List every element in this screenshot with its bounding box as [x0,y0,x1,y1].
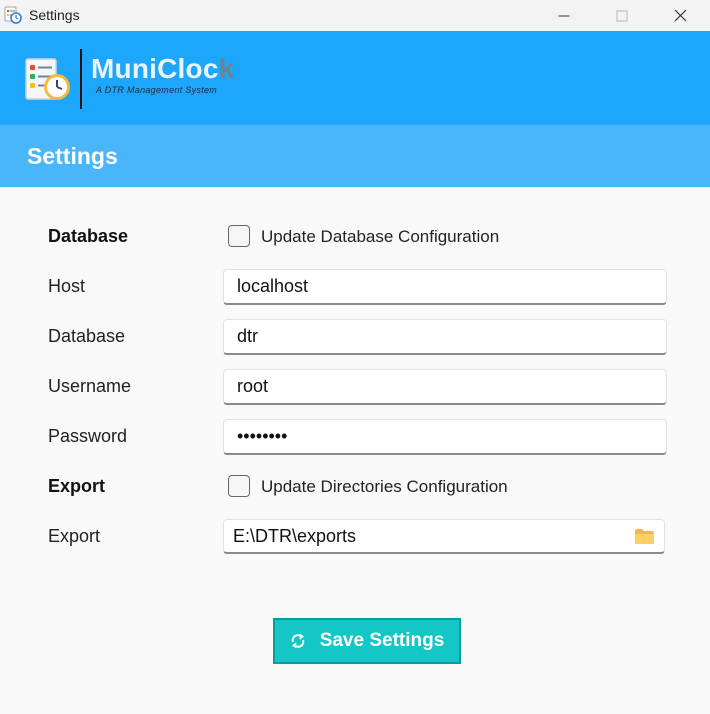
page-title: Settings [27,143,118,169]
host-label: Host [48,276,86,296]
minimize-button[interactable] [535,0,593,31]
export-path-field[interactable] [223,519,665,554]
password-input[interactable] [237,426,637,447]
sync-icon [291,633,304,649]
brand-name-main: MuniCloc [91,53,219,84]
update-database-checkbox[interactable] [228,225,250,247]
save-settings-label: Save Settings [319,630,445,651]
database-label: Database [48,326,126,346]
export-section-label: Export [48,476,106,496]
database-field[interactable] [223,319,667,355]
app-icon [4,6,22,24]
maximize-icon [616,10,628,21]
update-database-checkbox-label[interactable]: Update Database Configuration [261,227,499,247]
database-section-label: Database [48,226,129,246]
title-bar: Settings [0,0,710,31]
host-field[interactable] [223,269,667,305]
export-path-input[interactable] [233,526,633,547]
close-button[interactable] [651,0,709,31]
brand-header: MuniClock A DTR Management System [0,31,710,125]
username-field[interactable] [223,369,667,405]
brand-divider [80,49,82,109]
window-title: Settings [29,7,80,23]
close-icon [674,9,686,22]
update-directories-checkbox-label[interactable]: Update Directories Configuration [261,477,508,497]
brand-name-tail: k [218,53,235,84]
brand-tagline: A DTR Management System [96,85,218,95]
username-label: Username [48,376,132,396]
brand-name: MuniClock [91,53,234,85]
settings-window: Settings MuniClock A DTR Management Syst… [0,0,710,714]
database-input[interactable] [237,326,637,347]
save-settings-button[interactable]: Save Settings [273,618,461,664]
section-header: Settings [0,125,710,187]
export-path-label: Export [48,526,101,546]
username-input[interactable] [237,376,637,397]
folder-icon[interactable] [634,528,655,545]
host-input[interactable] [237,276,637,297]
password-label: Password [48,426,128,446]
maximize-button[interactable] [593,0,651,31]
minimize-icon [558,15,570,16]
calendar-clock-icon [25,58,70,100]
password-field[interactable] [223,419,667,455]
update-directories-checkbox[interactable] [228,475,250,497]
